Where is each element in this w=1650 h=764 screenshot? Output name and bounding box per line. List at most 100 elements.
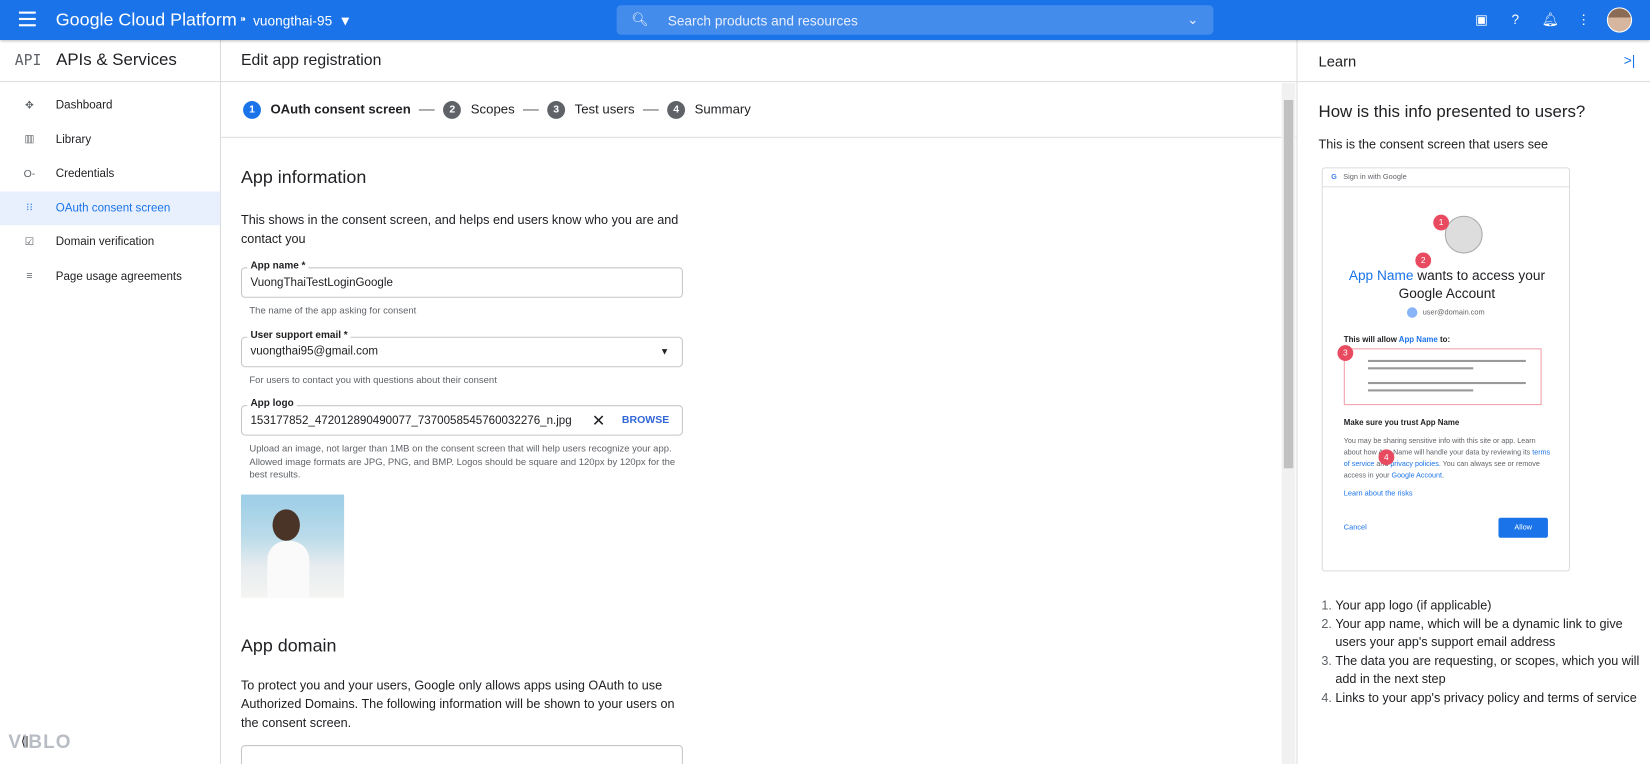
step-label: OAuth consent screen [270,102,411,117]
field-hint: For users to contact you with questions … [249,374,497,385]
step-divider [643,108,659,110]
step-test-users[interactable]: 3 Test users [547,100,635,119]
main-panel: Edit app registration 1 OAuth consent scr… [220,40,1297,764]
project-selector[interactable]: ⁍ vuongthai-95 ▼ [240,12,352,29]
sidebar-item-oauth-consent[interactable]: ⁝⁝ OAuth consent screen [0,190,220,226]
card-app-name: App Name [1398,334,1438,345]
sidebar-item-label: Page usage agreements [55,270,182,283]
clear-icon[interactable]: ✕ [592,411,605,430]
privacy-link: privacy policies [1390,460,1439,469]
user-icon [1406,307,1418,318]
chevron-down-icon: ▼ [338,12,353,28]
card-cancel: Cancel [1343,524,1367,532]
support-email-select[interactable]: User support email * vuongthai95@gmail.co… [240,328,683,367]
list-item: Your app logo (if applicable) [1335,597,1644,615]
risks-link: Learn about the risks [1343,490,1413,498]
step-label: Test users [574,102,635,117]
close-panel-icon[interactable]: >| [1624,53,1636,69]
cloud-shell-icon[interactable]: ▣ [1473,12,1490,29]
app-domain-description: To protect you and your users, Google on… [240,677,675,730]
field-value: 153177852_472012890490077_73700585457600… [250,414,572,427]
search-placeholder: Search products and resources [667,12,858,28]
step-divider [523,108,539,110]
search-input[interactable]: 🔍︎ Search products and resources ⌄ [616,5,1214,35]
card-allow: Allow [1498,517,1548,538]
app-domain-heading: App domain [240,635,337,656]
account-link: Google Account [1391,472,1443,480]
sidebar-item-library[interactable]: ▥ Library [0,123,220,157]
project-icon: ⁍ [239,11,247,28]
scrollbar[interactable] [1281,83,1296,764]
step-number: 3 [547,100,566,119]
list-item: The data you are requesting, or scopes, … [1335,652,1644,689]
badge: 4 [1378,449,1395,466]
card-trust: Make sure you trust App Name [1343,417,1460,428]
sidebar-item-label: Library [55,133,92,147]
card-allow-suffix: to: [1440,334,1451,345]
sidebar-item-dashboard[interactable]: ✥ Dashboard [0,88,220,122]
sidebar: API APIs & Services ✥ Dashboard ▥ Library O… [0,39,221,764]
card-app-name: App Name [1348,267,1414,284]
top-bar: Google Cloud Platform ⁍ vuongthai-95 ▼ 🔍︎ S… [0,0,1650,40]
learn-panel: Learn >| How is this info presented to us… [1296,39,1650,764]
field-value: vuongthai95@gmail.com [250,345,379,358]
stepper: 1 OAuth consent screen 2 Scopes 3 Test user… [220,82,1297,138]
step-number: 1 [243,100,261,119]
sidebar-item-label: OAuth consent screen [55,201,171,215]
app-logo-field[interactable]: App logo 153177852_472012890490077_737005… [240,397,683,436]
app-info-heading: App information [240,167,367,188]
checkbox-icon: ☑ [24,236,35,249]
app-name-field[interactable]: App name * VuongThaiTestLoginGoogle [240,259,683,298]
learn-subtitle: This is the consent screen that users se… [1318,136,1549,152]
step-summary[interactable]: 4 Summary [667,100,751,119]
sidebar-title: APIs & Services [56,51,177,69]
collapse-sidebar-icon[interactable]: ⟨| [21,735,29,749]
step-number: 2 [443,100,462,119]
sidebar-item-label: Dashboard [55,99,113,112]
watermark: VIBLO [8,731,72,753]
step-divider [419,108,435,110]
more-icon[interactable]: ⋮ [1575,12,1592,29]
scrollbar-thumb[interactable] [1283,99,1294,469]
step-label: Summary [694,102,751,117]
badge: 1 [1433,214,1450,231]
field-label: User support email * [247,328,351,341]
chevron-down-icon[interactable]: ⌄ [1187,12,1198,29]
library-icon: ▥ [24,133,35,146]
list-item: Your app name, which will be a dynamic l… [1335,615,1644,652]
page-title: Edit app registration [220,40,1297,83]
card-header: Sign in with Google [1343,173,1407,181]
avatar[interactable] [1606,7,1633,33]
dashboard-icon: ✥ [25,99,34,112]
field-hint: Upload an image, not larger than 1MB on … [249,443,676,480]
consent-preview: G Sign in with Google 1 2 App Name wants … [1321,167,1571,572]
step-number: 4 [667,100,686,119]
search-icon: 🔍︎ [631,11,649,28]
sidebar-item-page-usage[interactable]: ≡ Page usage agreements [0,259,220,293]
field-hint: The name of the app asking for consent [249,305,417,316]
menu-icon[interactable] [18,11,36,27]
card-allow-prefix: This will allow [1343,334,1397,345]
google-g-icon: G [1331,173,1337,181]
sidebar-item-label: Domain verification [55,235,155,249]
consent-icon: ⁝⁝ [26,202,33,214]
learn-list: Your app logo (if applicable) Your app n… [1297,597,1644,707]
help-icon[interactable]: ? [1507,12,1524,29]
field-label: App name * [247,259,309,272]
scopes-box [1343,348,1542,406]
app-domain-field[interactable] [240,744,683,764]
brand-title[interactable]: Google Cloud Platform [56,9,237,30]
step-scopes[interactable]: 2 Scopes [443,100,515,119]
api-logo: API [14,52,42,69]
step-oauth-consent[interactable]: 1 OAuth consent screen [243,100,411,119]
browse-button[interactable]: BROWSE [622,415,669,427]
app-info-description: This shows in the consent screen, and he… [240,212,679,247]
sidebar-item-credentials[interactable]: O- Credentials [0,157,220,191]
badge: 3 [1337,345,1354,361]
card-email: user@domain.com [1422,308,1485,317]
learn-heading: How is this info presented to users? [1318,103,1586,122]
sidebar-item-label: Credentials [55,167,115,181]
field-label: App logo [247,397,297,410]
notifications-icon[interactable]: 🔔︎ [1542,12,1559,29]
sidebar-item-domain-verification[interactable]: ☑ Domain verification [0,225,220,259]
